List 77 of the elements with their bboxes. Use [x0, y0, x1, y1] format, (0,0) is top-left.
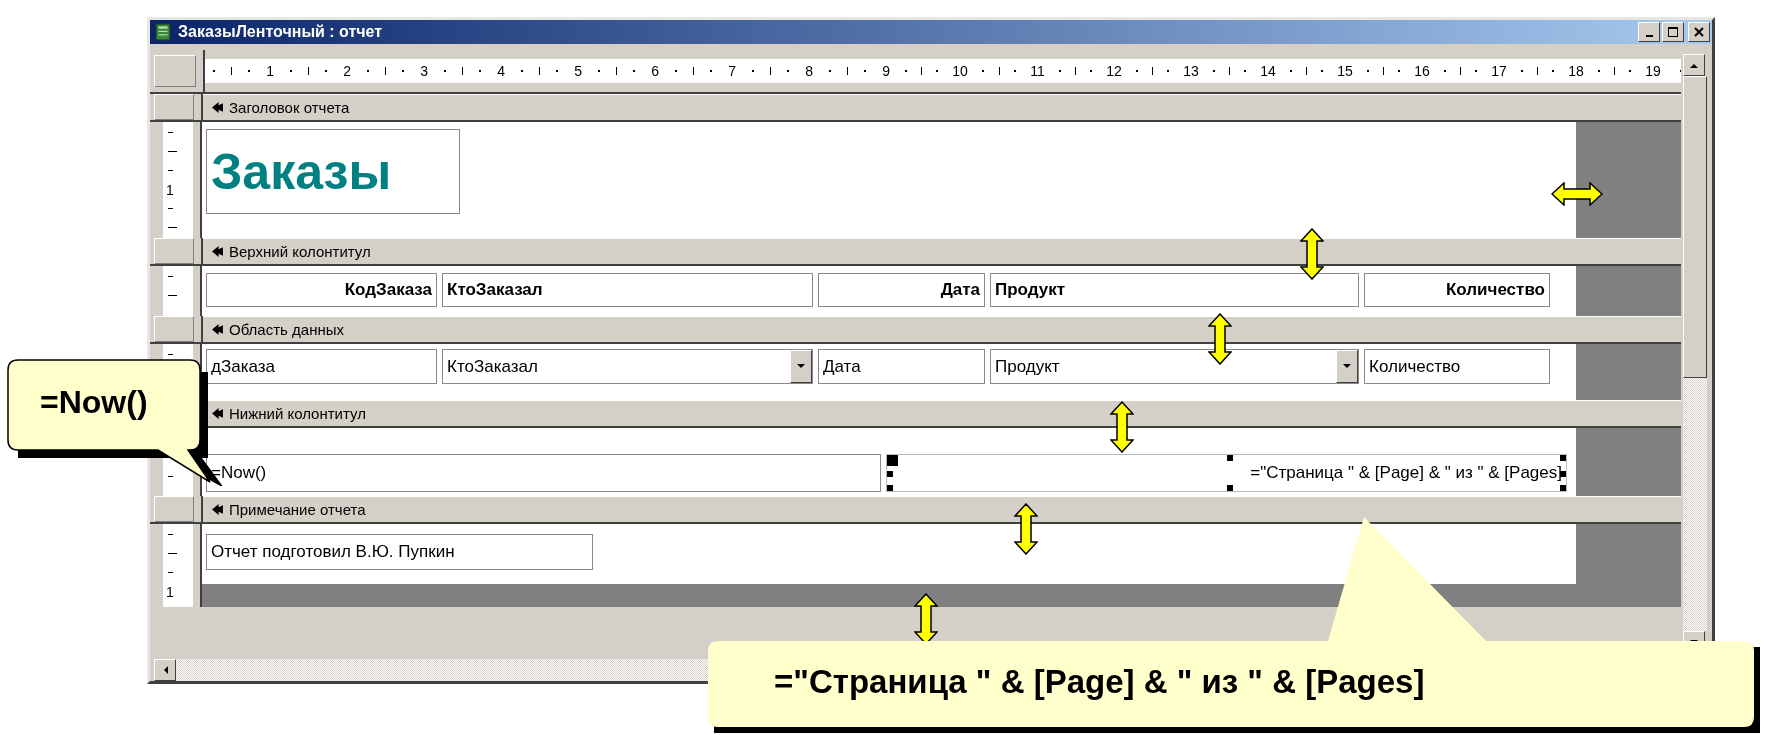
- section-arrow-icon: [211, 323, 224, 336]
- double-arrow-icon: [1300, 228, 1324, 280]
- select-report-button[interactable]: [154, 55, 196, 87]
- section-selector[interactable]: [154, 238, 194, 264]
- ruler-number: 12: [1106, 63, 1122, 79]
- combo-box[interactable]: КтоЗаказал: [442, 349, 813, 384]
- ruler-number: 14: [1260, 63, 1276, 79]
- ruler-number: 1: [166, 585, 174, 599]
- ruler-number: 8: [805, 63, 813, 79]
- ruler-number: 16: [1414, 63, 1430, 79]
- section-selector[interactable]: [154, 316, 194, 342]
- left-triangle-icon: [162, 666, 168, 674]
- field-name: КтоЗаказал: [447, 356, 538, 377]
- section-title: Примечание отчета: [229, 501, 366, 518]
- caret-icon: [797, 364, 805, 369]
- ruler-number: 17: [1491, 63, 1507, 79]
- ruler-number: 15: [1337, 63, 1353, 79]
- ruler-number: 1: [166, 183, 174, 197]
- callout-text: =Now(): [40, 384, 148, 421]
- column-label[interactable]: Количество: [1364, 273, 1550, 307]
- scroll-thumb[interactable]: [1683, 76, 1707, 378]
- maximize-icon: [1668, 27, 1678, 37]
- ruler-number: 9: [882, 63, 890, 79]
- ruler-number: 10: [952, 63, 968, 79]
- maximize-button[interactable]: [1662, 22, 1684, 42]
- column-label[interactable]: Дата: [818, 273, 985, 307]
- minimize-button[interactable]: [1638, 22, 1660, 42]
- double-arrow-icon: [1551, 182, 1603, 206]
- column-label[interactable]: КтоЗаказал: [442, 273, 813, 307]
- dropdown-button[interactable]: [1336, 350, 1358, 383]
- double-arrow-icon: [1110, 401, 1134, 453]
- ruler-number: 18: [1568, 63, 1584, 79]
- up-triangle-icon: [1690, 62, 1698, 68]
- text-box[interactable]: ="Страница " & [Page] & " из " & [Pages]: [886, 454, 1567, 492]
- section-arrow-icon: [211, 503, 224, 516]
- column-label[interactable]: Продукт: [990, 273, 1359, 307]
- vertical-ruler: [163, 266, 193, 316]
- minimize-icon: [1645, 35, 1653, 37]
- ruler-number: 6: [651, 63, 659, 79]
- dropdown-button[interactable]: [790, 350, 812, 383]
- scroll-up-button[interactable]: [1683, 54, 1705, 76]
- combo-box[interactable]: Продукт: [990, 349, 1359, 384]
- text-box[interactable]: =Now(): [206, 454, 881, 492]
- window-title: ЗаказыЛенточный : отчет: [178, 23, 384, 41]
- ruler-number: 11: [1030, 63, 1045, 79]
- ruler-number: 1: [266, 63, 274, 79]
- ruler-number: 7: [728, 63, 736, 79]
- field-name: Продукт: [995, 356, 1060, 377]
- double-arrow-icon: [1014, 503, 1038, 555]
- double-arrow-icon: [1208, 313, 1232, 365]
- ruler-number: 13: [1183, 63, 1199, 79]
- ruler-number: 19: [1645, 63, 1661, 79]
- section-arrow-icon: [211, 101, 224, 114]
- section-arrow-icon: [211, 407, 224, 420]
- report-title[interactable]: Заказы: [206, 129, 460, 214]
- ruler-number: 5: [574, 63, 582, 79]
- close-button[interactable]: [1688, 22, 1710, 42]
- callout-text: ="Страница " & [Page] & " из " & [Pages]: [774, 663, 1425, 701]
- section-title: Нижний колонтитул: [229, 405, 366, 422]
- text-box[interactable]: дЗаказа: [206, 349, 437, 384]
- ruler-number: 2: [343, 63, 351, 79]
- section-title: Заголовок отчета: [229, 99, 350, 116]
- section-selector[interactable]: [154, 496, 194, 522]
- caret-icon: [1343, 364, 1351, 369]
- section-title: Область данных: [229, 321, 344, 338]
- section-title: Верхний колонтитул: [229, 243, 371, 260]
- section-selector[interactable]: [154, 94, 194, 120]
- ruler-number: 4: [497, 63, 505, 79]
- column-label[interactable]: КодЗаказа: [206, 273, 437, 307]
- close-icon: [1694, 27, 1704, 37]
- text-box[interactable]: Дата: [818, 349, 985, 384]
- section-arrow-icon: [211, 245, 224, 258]
- report-icon: [154, 23, 172, 41]
- text-box[interactable]: Количество: [1364, 349, 1550, 384]
- ruler-number: 3: [420, 63, 428, 79]
- text-box[interactable]: Отчет подготовил В.Ю. Пупкин: [206, 534, 593, 570]
- scroll-left-button[interactable]: [154, 659, 176, 681]
